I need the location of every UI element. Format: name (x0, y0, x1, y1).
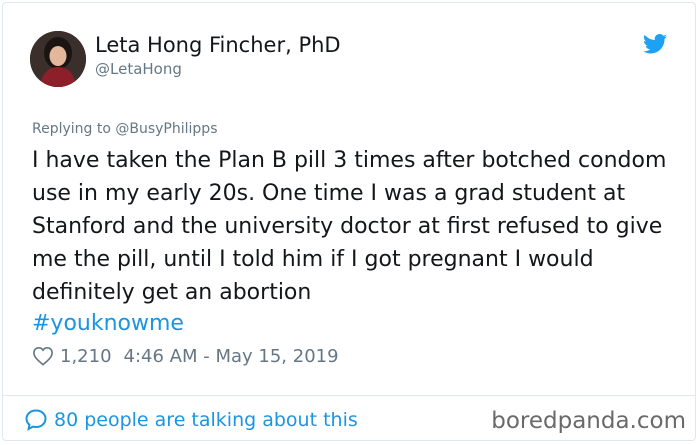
conversation-link[interactable]: 80 people are talking about this (24, 406, 358, 434)
speech-bubble-icon (25, 409, 47, 431)
like-count[interactable]: 1,210 (60, 346, 112, 367)
tweet-text: I have taken the Plan B pill 3 times aft… (32, 148, 667, 305)
avatar-image (30, 31, 86, 87)
timestamp[interactable]: 4:46 AM - May 15, 2019 (124, 346, 339, 367)
twitter-bird-icon[interactable] (643, 34, 667, 54)
divider (2, 395, 696, 396)
hashtag-link[interactable]: #youknowme (32, 307, 184, 340)
heart-icon[interactable] (32, 346, 54, 366)
conversation-text[interactable]: 80 people are talking about this (54, 409, 358, 431)
avatar[interactable] (30, 31, 86, 87)
replying-to[interactable]: Replying to @BusyPhilipps (32, 121, 218, 137)
watermark: boredpanda.com (491, 408, 686, 434)
author-name[interactable]: Leta Hong Fincher, PhD (95, 33, 341, 57)
tweet-meta: 1,210 4:46 AM - May 15, 2019 (32, 343, 339, 369)
author-handle[interactable]: @LetaHong (95, 60, 182, 78)
